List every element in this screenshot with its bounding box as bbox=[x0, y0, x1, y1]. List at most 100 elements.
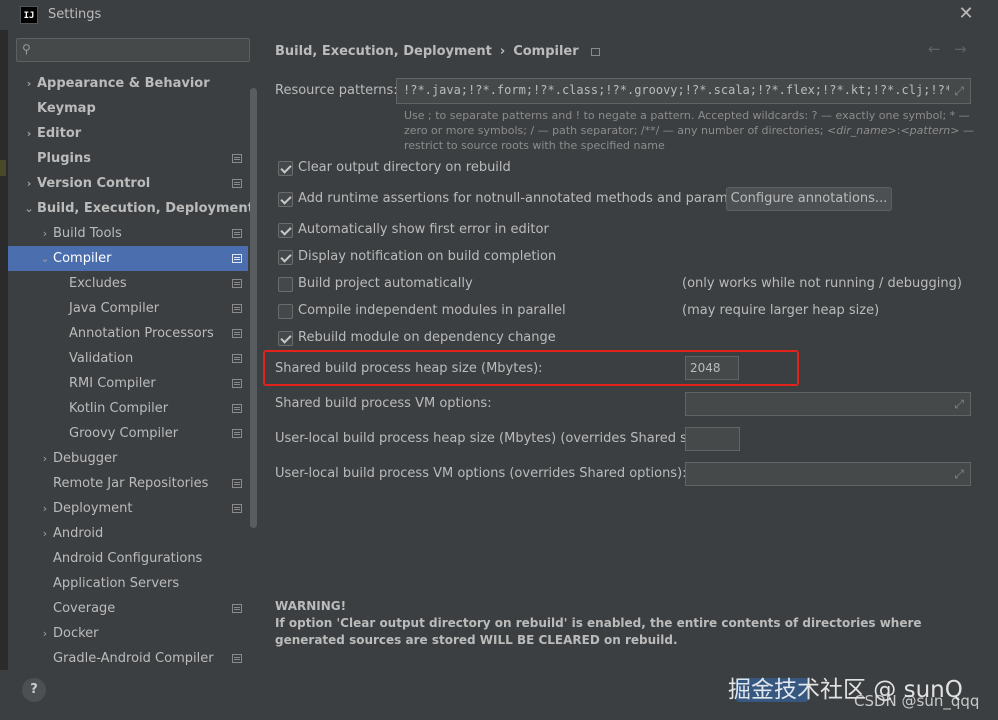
resource-patterns-field[interactable]: !?*.java;!?*.form;!?*.class;!?*.groovy;!… bbox=[396, 78, 971, 104]
runtime-assertions-label: Add runtime assertions for notnull-annot… bbox=[298, 191, 762, 206]
compiler-settings-panel: Build, Execution, Deployment › Compiler ← … bbox=[260, 30, 998, 670]
project-scope-icon bbox=[232, 329, 242, 338]
build-automatically-checkbox[interactable] bbox=[278, 277, 293, 292]
sidebar-item[interactable]: › Debugger bbox=[8, 446, 248, 471]
sidebar-item-label: Java Compiler bbox=[69, 301, 160, 316]
project-scope-icon bbox=[232, 654, 242, 663]
user-heap-label: User-local build process heap size (Mbyt… bbox=[275, 431, 715, 446]
clear-output-checkbox[interactable] bbox=[278, 161, 293, 176]
sidebar-item[interactable]: Excludes bbox=[8, 271, 248, 296]
chevron-right-icon[interactable]: › bbox=[38, 221, 52, 246]
chevron-right-icon[interactable]: › bbox=[22, 71, 36, 96]
project-scope-icon bbox=[232, 179, 242, 188]
left-edge-strip bbox=[0, 0, 8, 720]
sidebar-item[interactable]: Application Servers bbox=[8, 571, 248, 596]
breadcrumb-current: Compiler bbox=[513, 44, 579, 59]
resource-patterns-value: !?*.java;!?*.form;!?*.class;!?*.groovy;!… bbox=[403, 83, 949, 97]
sidebar-item-label: Deployment bbox=[53, 501, 133, 516]
sidebar-item[interactable]: Android Configurations bbox=[8, 546, 248, 571]
sidebar-item[interactable]: ⌄ Build, Execution, Deployment bbox=[8, 196, 253, 221]
sidebar-item[interactable]: Java Compiler bbox=[8, 296, 248, 321]
chevron-right-icon[interactable]: › bbox=[38, 446, 52, 471]
project-scope-icon bbox=[232, 479, 242, 488]
resource-patterns-hint: Use ; to separate patterns and ! to nega… bbox=[404, 108, 978, 153]
sidebar-item[interactable]: Validation bbox=[8, 346, 248, 371]
sidebar-item-label: Remote Jar Repositories bbox=[53, 476, 209, 491]
sidebar-item[interactable]: Coverage bbox=[8, 596, 248, 621]
search-icon: ⚲ bbox=[22, 42, 31, 56]
vm-options-field[interactable]: ⤢ bbox=[685, 392, 971, 416]
chevron-right-icon[interactable]: › bbox=[38, 621, 52, 646]
project-scope-icon bbox=[232, 304, 242, 313]
back-arrow-icon[interactable]: ← bbox=[928, 40, 941, 58]
user-vm-label: User-local build process VM options (ove… bbox=[275, 466, 687, 481]
chevron-right-icon[interactable]: › bbox=[38, 521, 52, 546]
sidebar-item[interactable]: › Appearance & Behavior bbox=[8, 71, 248, 96]
sidebar-item[interactable]: Gradle-Android Compiler bbox=[8, 646, 248, 671]
sidebar-item[interactable]: Keymap bbox=[8, 96, 248, 121]
sidebar-item-label: Kotlin Compiler bbox=[69, 401, 169, 416]
sidebar-item[interactable]: RMI Compiler bbox=[8, 371, 248, 396]
sidebar-scrollbar[interactable] bbox=[250, 88, 257, 528]
project-scope-icon bbox=[232, 404, 242, 413]
vm-options-label: Shared build process VM options: bbox=[275, 396, 492, 411]
project-scope-icon bbox=[232, 154, 242, 163]
rebuild-module-checkbox[interactable] bbox=[278, 331, 293, 346]
sidebar-item[interactable]: Plugins bbox=[8, 146, 248, 171]
build-automatically-note: (only works while not running / debuggin… bbox=[682, 276, 962, 291]
configure-annotations-button[interactable]: Configure annotations... bbox=[726, 187, 892, 211]
warning-message: WARNING! If option 'Clear output directo… bbox=[275, 598, 975, 649]
chevron-right-icon[interactable]: › bbox=[22, 121, 36, 146]
sidebar-item[interactable]: › Build Tools bbox=[8, 221, 248, 246]
user-heap-field[interactable] bbox=[685, 427, 740, 451]
chevron-down-icon[interactable]: ⌄ bbox=[22, 196, 36, 221]
compile-parallel-checkbox[interactable] bbox=[278, 304, 293, 319]
sidebar-item-label: Build Tools bbox=[53, 226, 122, 241]
sidebar-item[interactable]: Groovy Compiler bbox=[8, 421, 248, 446]
sidebar-item[interactable]: Kotlin Compiler bbox=[8, 396, 248, 421]
sidebar-item-label: Application Servers bbox=[53, 576, 180, 591]
project-scope-icon bbox=[590, 47, 600, 56]
sidebar-item[interactable]: › Version Control bbox=[8, 171, 248, 196]
chevron-right-icon[interactable]: › bbox=[38, 496, 52, 521]
watermark-subtext: CSDN @sun_qqq bbox=[854, 692, 980, 710]
sidebar-item-label: Compiler bbox=[53, 251, 112, 266]
sidebar-item-label: Validation bbox=[69, 351, 134, 366]
sidebar-item-label: Annotation Processors bbox=[69, 326, 214, 341]
hint-dir-name: <dir_name> bbox=[827, 124, 897, 137]
compile-parallel-note: (may require larger heap size) bbox=[682, 303, 880, 318]
sidebar-item[interactable]: › Android bbox=[8, 521, 248, 546]
window-title: Settings bbox=[48, 7, 102, 22]
close-icon[interactable]: ✕ bbox=[956, 4, 976, 24]
gutter-mark bbox=[0, 160, 6, 176]
heap-size-field[interactable]: 2048 bbox=[685, 356, 739, 380]
runtime-assertions-checkbox[interactable] bbox=[278, 192, 293, 207]
project-scope-icon bbox=[232, 279, 242, 288]
title-bar: IJ Settings ✕ bbox=[0, 0, 998, 30]
project-scope-icon bbox=[232, 379, 242, 388]
sidebar-item[interactable]: › Docker bbox=[8, 621, 248, 646]
sidebar-item[interactable]: › Editor bbox=[8, 121, 248, 146]
sidebar-item-label: Gradle-Android Compiler bbox=[53, 651, 214, 666]
sidebar-item[interactable]: ⌄ Compiler bbox=[8, 246, 248, 271]
expand-icon[interactable]: ⤢ bbox=[954, 397, 964, 412]
display-notification-checkbox[interactable] bbox=[278, 250, 293, 265]
sidebar-item-label: Android bbox=[53, 526, 104, 541]
user-vm-field[interactable]: ⤢ bbox=[685, 462, 971, 486]
expand-icon[interactable]: ⤢ bbox=[954, 84, 964, 99]
sidebar-item-label: Editor bbox=[37, 126, 82, 141]
chevron-down-icon[interactable]: ⌄ bbox=[38, 246, 52, 271]
project-scope-icon bbox=[232, 229, 242, 238]
sidebar-item[interactable]: › Deployment bbox=[8, 496, 248, 521]
help-button[interactable]: ? bbox=[22, 678, 46, 702]
show-first-error-label: Automatically show first error in editor bbox=[298, 222, 549, 237]
forward-arrow-icon[interactable]: → bbox=[954, 40, 967, 58]
rebuild-module-label: Rebuild module on dependency change bbox=[298, 330, 556, 345]
chevron-right-icon[interactable]: › bbox=[22, 171, 36, 196]
compile-parallel-label: Compile independent modules in parallel bbox=[298, 303, 566, 318]
sidebar-item[interactable]: Remote Jar Repositories bbox=[8, 471, 248, 496]
sidebar-item[interactable]: Annotation Processors bbox=[8, 321, 248, 346]
show-first-error-checkbox[interactable] bbox=[278, 223, 293, 238]
expand-icon[interactable]: ⤢ bbox=[954, 467, 964, 482]
search-input[interactable]: ⚲ bbox=[16, 38, 250, 62]
